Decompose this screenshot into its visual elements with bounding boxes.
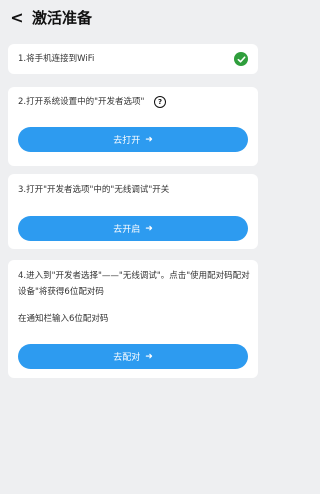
check-circle-icon	[234, 52, 248, 66]
top-bar: < 激活准备	[0, 0, 272, 36]
step-card-wifi: 1.将手机连接到WiFi	[8, 44, 258, 74]
step-text: 2.打开系统设置中的"开发者选项"	[18, 97, 145, 107]
arrow-right-icon: ➜	[145, 223, 153, 234]
step-text: 1.将手机连接到WiFi	[18, 54, 95, 64]
step-text: 3.打开"开发者选项"中的"无线调试"开关	[18, 185, 170, 195]
arrow-right-icon: ➜	[145, 134, 153, 145]
step-text: 4.进入到"开发者选择"——"无线调试"。点击"使用配对码配对设备"将获得6位配…	[18, 271, 250, 297]
enable-wireless-debugging-button[interactable]: 去开启 ➜	[18, 216, 248, 241]
open-developer-options-button[interactable]: 去打开 ➜	[18, 127, 248, 152]
page-title: 激活准备	[32, 9, 93, 27]
step-card-pairing: 4.进入到"开发者选择"——"无线调试"。点击"使用配对码配对设备"将获得6位配…	[8, 260, 258, 378]
step-card-wireless-debugging: 3.打开"开发者选项"中的"无线调试"开关 去开启 ➜	[8, 174, 258, 249]
button-label: 去打开	[113, 136, 141, 146]
button-label: 去配对	[113, 353, 141, 363]
step-card-developer-options: 2.打开系统设置中的"开发者选项" ? 去打开 ➜	[8, 87, 258, 166]
pair-button[interactable]: 去配对 ➜	[18, 344, 248, 369]
back-arrow-icon[interactable]: <	[6, 6, 28, 28]
button-label: 去开启	[113, 225, 141, 235]
question-circle-icon[interactable]: ?	[154, 96, 166, 108]
step-hint: 在通知栏输入6位配对码	[18, 314, 109, 324]
arrow-right-icon: ➜	[145, 351, 153, 362]
